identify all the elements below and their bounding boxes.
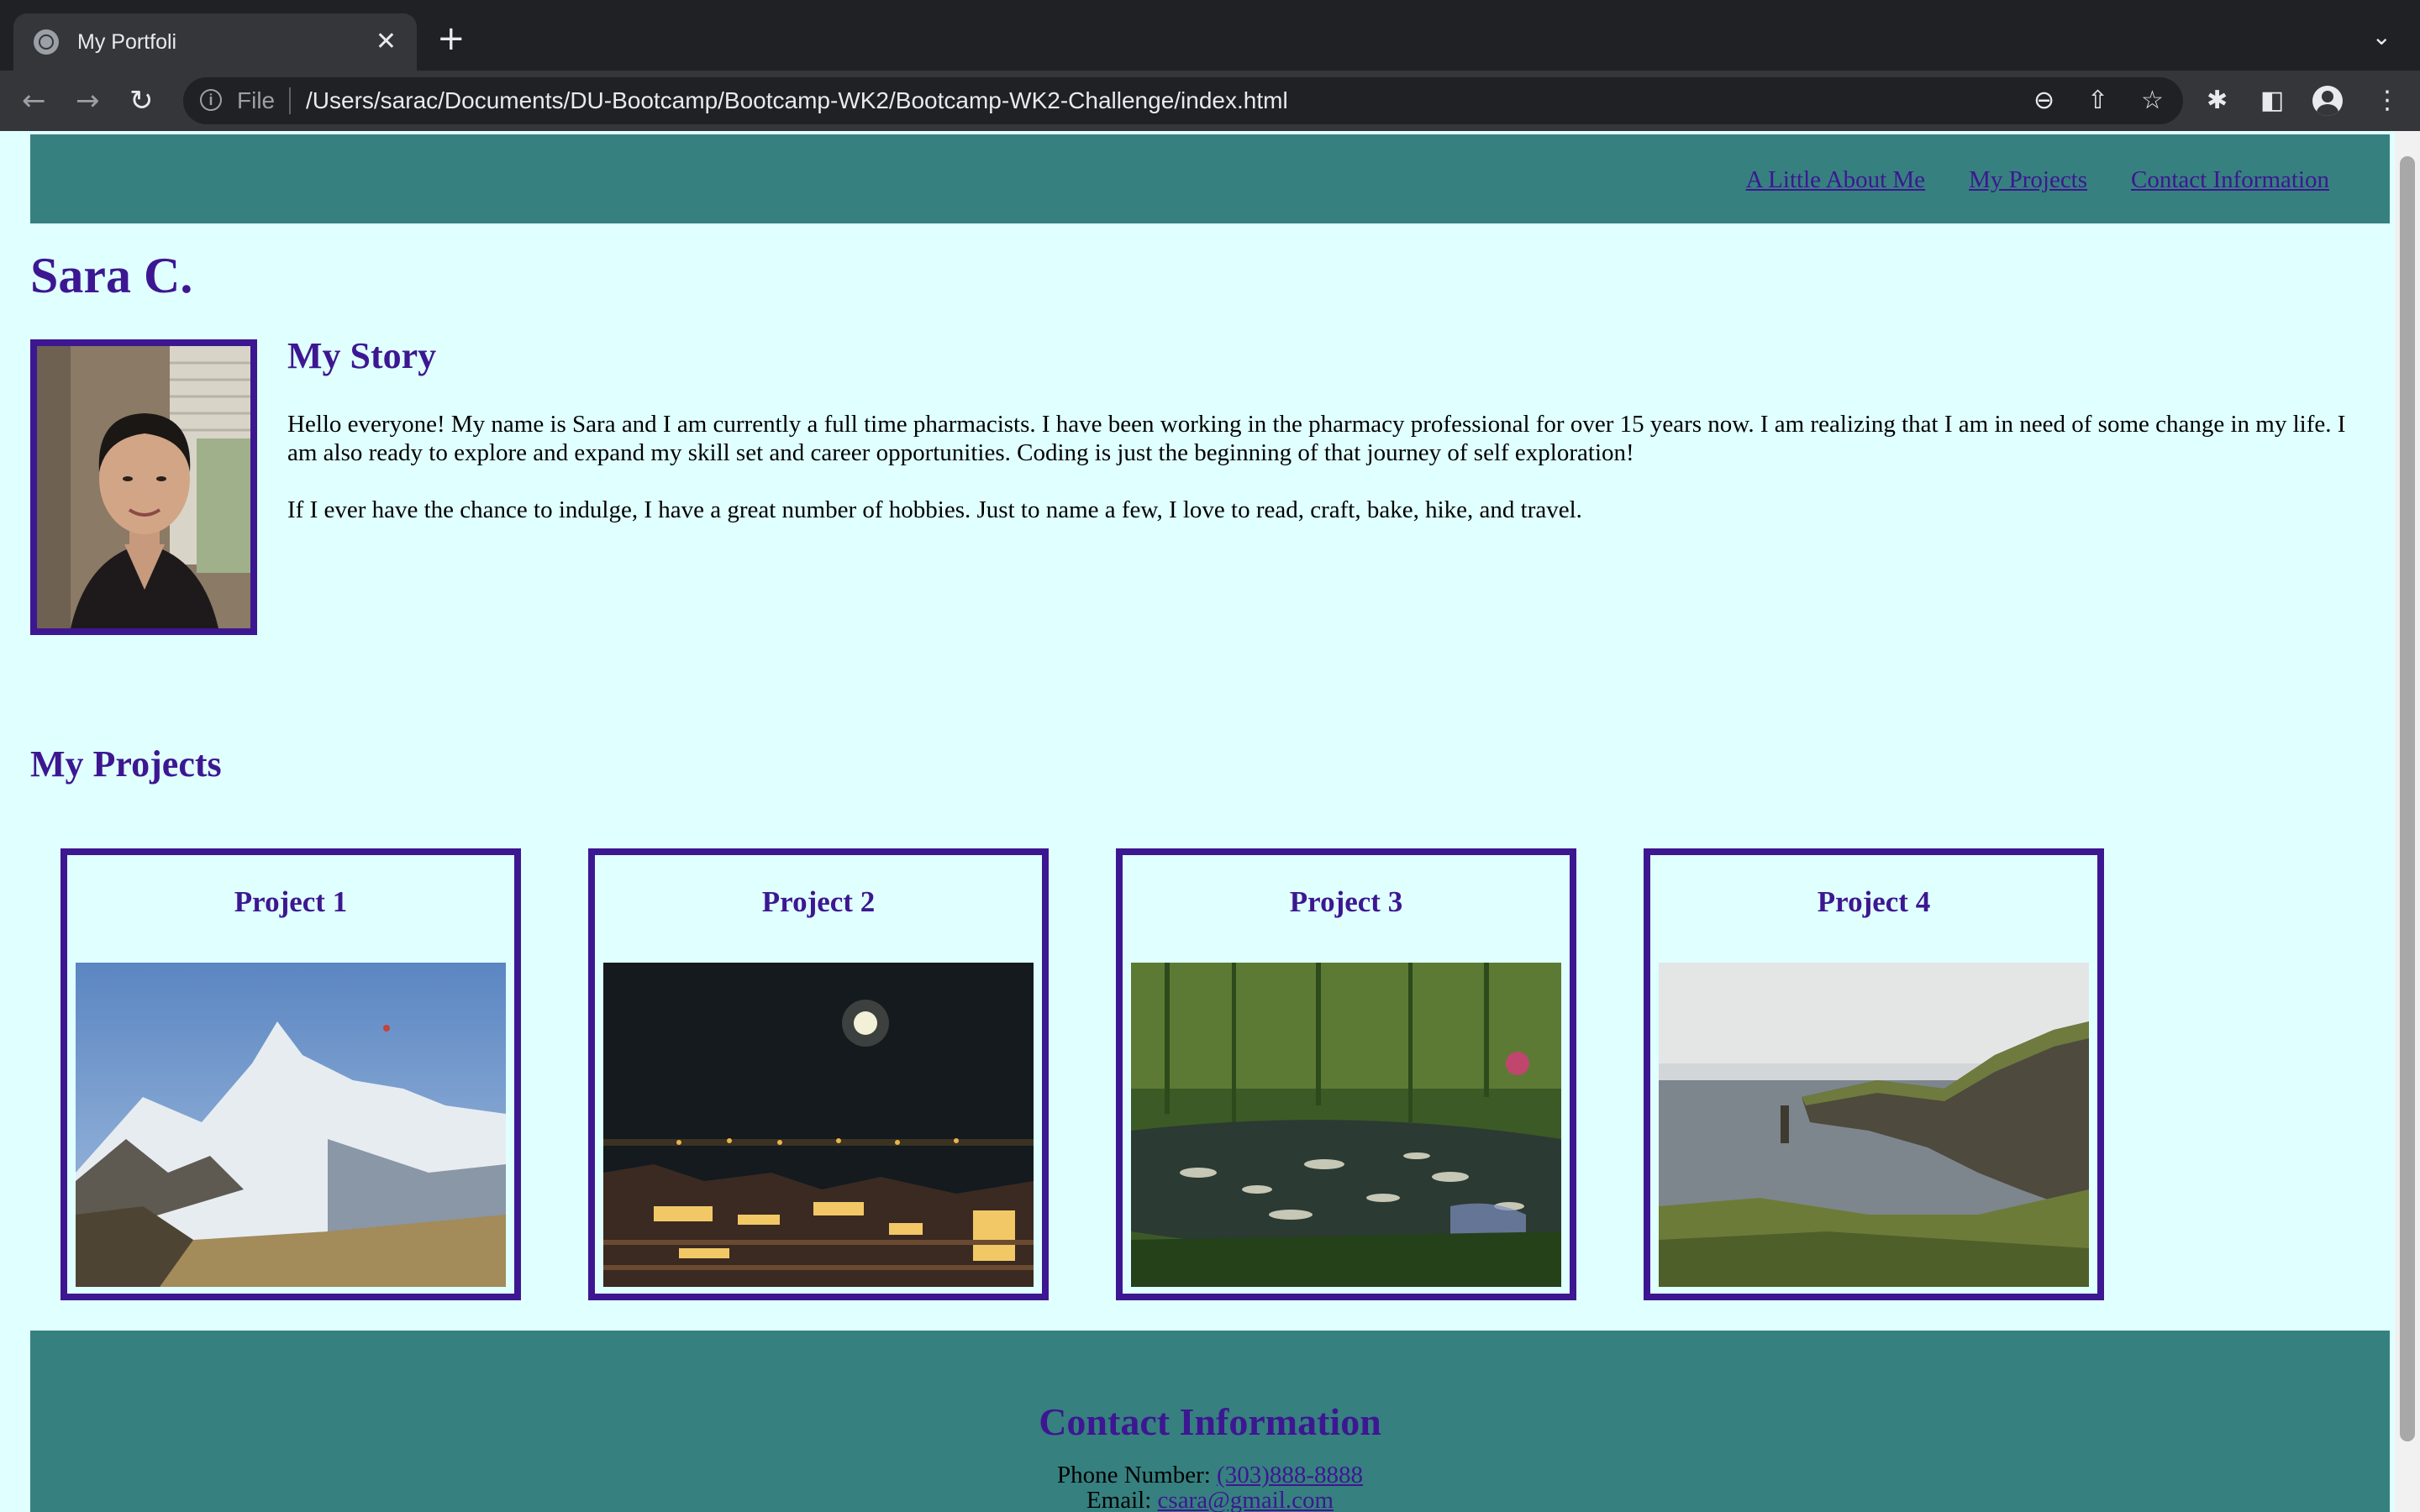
profile-icon[interactable] <box>2312 86 2343 116</box>
nav-link-projects[interactable]: My Projects <box>1969 166 2087 194</box>
site-header: A Little About Me My Projects Contact In… <box>30 134 2390 223</box>
chevron-down-icon[interactable]: ⌄ <box>2372 25 2391 49</box>
projects-heading: My Projects <box>30 743 222 785</box>
email-label: Email: <box>1086 1487 1158 1512</box>
nav-link-contact[interactable]: Contact Information <box>2131 166 2329 194</box>
about-heading: My Story <box>287 335 437 376</box>
side-panel-icon[interactable]: ◧ <box>2260 86 2284 116</box>
url-text[interactable]: /Users/sarac/Documents/DU-Bootcamp/Bootc… <box>306 87 1288 114</box>
puzzle-icon[interactable]: ✱ <box>2207 86 2228 116</box>
info-icon[interactable]: i <box>200 89 222 111</box>
project-title: Project 2 <box>761 885 876 918</box>
phone-line: Phone Number: (303)888-8888 <box>30 1462 2390 1488</box>
browser-tab[interactable]: My Portfoli ✕ <box>13 13 417 71</box>
project-card[interactable]: Project 4 <box>1644 848 2104 1300</box>
scrollbar-thumb[interactable] <box>2400 156 2415 1441</box>
star-icon[interactable]: ☆ <box>2141 86 2164 116</box>
profile-photo <box>30 339 257 635</box>
back-arrow-icon[interactable]: ← <box>22 84 46 118</box>
project-card[interactable]: Project 2 <box>588 848 1049 1300</box>
profile-photo-image <box>37 346 250 628</box>
about-paragraph: Hello everyone! My name is Sara and I am… <box>287 411 2346 466</box>
site-nav: A Little About Me My Projects Contact In… <box>1746 166 2329 194</box>
site-footer: Contact Information Phone Number: (303)8… <box>30 1331 2390 1512</box>
project-title: Project 3 <box>1289 885 1403 918</box>
reload-icon[interactable]: ↻ <box>129 84 154 118</box>
scrollbar[interactable] <box>2395 131 2420 1512</box>
project-image[interactable] <box>1659 963 2089 1287</box>
browser-toolbar: ← → ↻ i File /Users/sarac/Documents/DU-B… <box>0 71 2420 131</box>
project-image[interactable] <box>76 963 506 1287</box>
nav-link-about[interactable]: A Little About Me <box>1746 166 1925 194</box>
phone-link[interactable]: (303)888-8888 <box>1217 1462 1363 1488</box>
phone-label: Phone Number: <box>1056 1462 1218 1488</box>
page-title: Sara C. <box>30 248 193 303</box>
forward-arrow-icon[interactable]: → <box>76 84 100 118</box>
plus-icon[interactable]: + <box>437 22 466 55</box>
address-bar[interactable]: i File /Users/sarac/Documents/DU-Bootcam… <box>183 77 2183 124</box>
contact-heading: Contact Information <box>1039 1400 1381 1443</box>
project-card[interactable]: Project 1 <box>60 848 521 1300</box>
project-image[interactable] <box>603 963 1034 1287</box>
browser-tab-strip: My Portfoli ✕ + ⌄ <box>0 0 2420 71</box>
tab-title: My Portfoli <box>77 29 177 54</box>
scheme-label: File <box>237 87 276 113</box>
globe-icon <box>34 29 59 55</box>
divider <box>289 87 291 114</box>
email-link[interactable]: csara@gmail.com <box>1158 1487 1334 1512</box>
kebab-menu-icon[interactable]: ⋮ <box>2375 86 2400 116</box>
project-title: Project 1 <box>234 885 348 918</box>
email-line: Email: csara@gmail.com <box>30 1487 2390 1512</box>
close-icon[interactable]: ✕ <box>376 29 397 55</box>
zoom-icon[interactable]: ⊖ <box>2033 86 2054 116</box>
project-image[interactable] <box>1131 963 1561 1287</box>
page-viewport: A Little About Me My Projects Contact In… <box>0 131 2420 1512</box>
about-paragraph: If I ever have the chance to indulge, I … <box>287 496 1582 523</box>
project-title: Project 4 <box>1817 885 1931 918</box>
project-card[interactable]: Project 3 <box>1116 848 1576 1300</box>
share-icon[interactable]: ⇧ <box>2087 86 2108 116</box>
